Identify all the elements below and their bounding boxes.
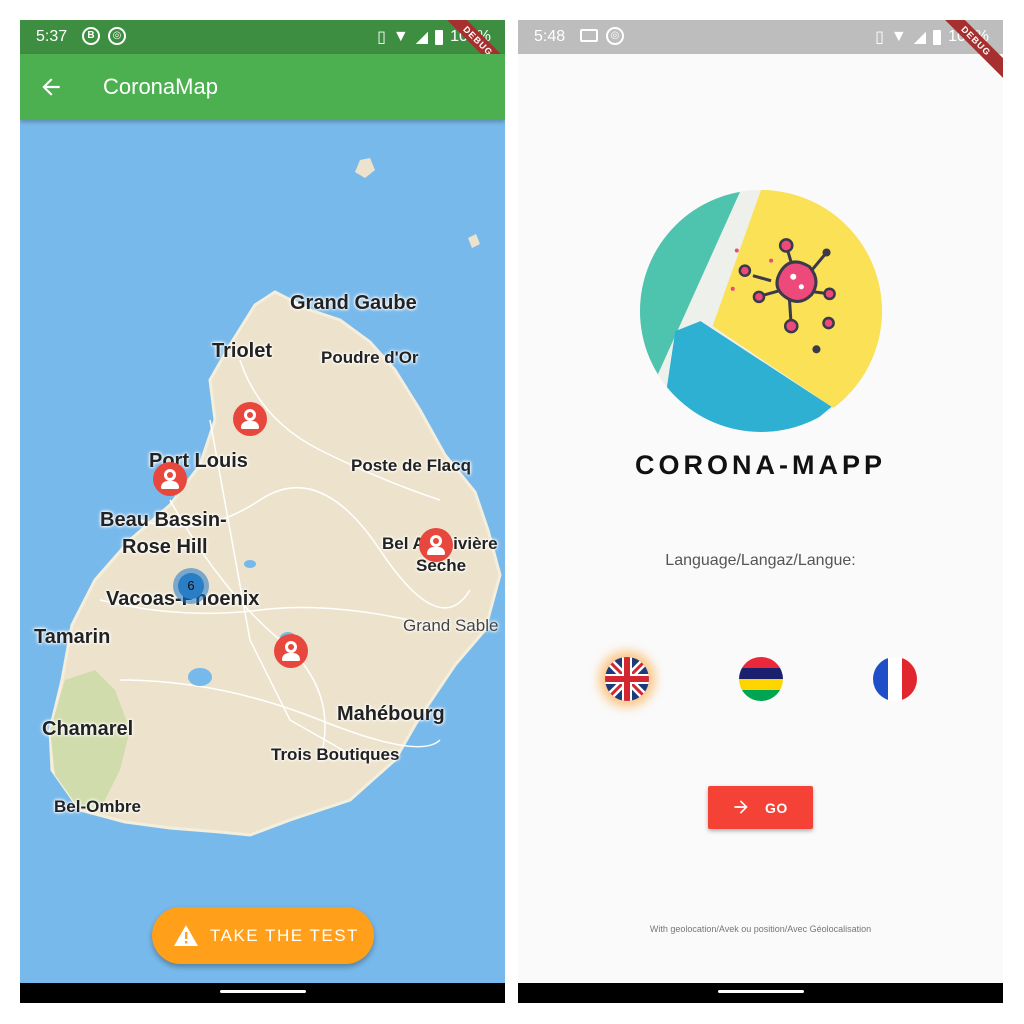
map-label-mahebourg: Mahébourg [337, 703, 445, 725]
map-label-chamarel: Chamarel [42, 718, 134, 740]
corona-mapp-logo [640, 190, 882, 432]
case-marker[interactable] [419, 528, 453, 562]
take-the-test-button[interactable]: TAKE THE TEST [152, 907, 374, 964]
status-bar: 5:37 B ◎ ▯ ▼ ◢ 100% [20, 20, 505, 54]
vibrate-icon: ▯ [377, 29, 386, 46]
case-marker[interactable] [233, 402, 267, 436]
map-label-poudre-dor: Poudre d'Or [321, 348, 419, 367]
go-label: GO [765, 800, 788, 816]
cluster-count: 6 [178, 573, 204, 599]
signal-icon: ◢ [415, 29, 429, 46]
status-bar: 5:48 ◎ ▯ ▼ ◢ 100% [518, 20, 1003, 54]
cluster-marker[interactable]: 6 [173, 568, 209, 604]
warning-icon [174, 925, 198, 946]
take-the-test-label: TAKE THE TEST [210, 926, 359, 945]
system-nav-bar [518, 983, 1003, 1003]
app-bar: CoronaMap [20, 54, 505, 120]
battery-icon [933, 29, 942, 45]
battery-icon [435, 29, 444, 45]
map-screen: 5:37 B ◎ ▯ ▼ ◢ 100% DEBUG CoronaMap [20, 20, 505, 1003]
language-label: Language/Langaz/Langue: [665, 552, 856, 569]
case-marker[interactable] [153, 462, 187, 496]
geolocation-note: With geolocation/Avek ou position/Avec G… [649, 924, 872, 934]
map-label-triolet: Triolet [212, 340, 273, 362]
map-label-trois-boutiques: Trois Boutiques [271, 745, 400, 764]
map-label-grand-gaube: Grand Gaube [290, 292, 417, 314]
signal-icon: ◢ [913, 29, 927, 46]
arrow-right-icon [734, 800, 748, 814]
status-time: 5:48 [534, 28, 566, 45]
sync-icon: ◎ [606, 27, 624, 45]
app-title: CoronaMap [103, 74, 218, 99]
map-label-grand-sable: Grand Sable [403, 616, 499, 635]
map-label-beau-bassin: Beau Bassin- [100, 509, 227, 531]
status-time: 5:37 [36, 28, 68, 45]
case-marker[interactable] [274, 634, 308, 668]
arrow-left-icon[interactable] [38, 74, 64, 100]
wifi-icon: ▼ [890, 28, 907, 45]
laptop-icon [580, 29, 598, 42]
language-screen: 5:48 ◎ ▯ ▼ ◢ 100% DEBUG [518, 20, 1003, 1003]
map-label-poste-de-flacq: Poste de Flacq [351, 456, 471, 475]
english-flag-button[interactable] [605, 657, 649, 701]
system-nav-bar [20, 983, 505, 1003]
map-label-rose-hill: Rose Hill [122, 536, 208, 558]
brand-title: CORONA-MAPP [635, 450, 886, 480]
uk-flag-icon [605, 657, 649, 701]
kreol-flag-button[interactable] [739, 657, 783, 701]
france-flag-icon [873, 657, 917, 701]
map-label-bel-ombre: Bel-Ombre [54, 797, 141, 816]
b-badge-icon: B [82, 27, 100, 45]
mauritius-flag-icon [739, 657, 783, 701]
wifi-icon: ▼ [392, 28, 409, 45]
map-view[interactable]: Grand Gaube Triolet Poudre d'Or Port Lou… [20, 120, 505, 983]
sync-icon: ◎ [108, 27, 126, 45]
french-flag-button[interactable] [873, 657, 917, 701]
home-handle[interactable] [220, 990, 306, 993]
home-handle[interactable] [718, 990, 804, 993]
vibrate-icon: ▯ [875, 29, 884, 46]
map-label-tamarin: Tamarin [34, 626, 111, 648]
go-button[interactable]: GO [708, 786, 813, 829]
